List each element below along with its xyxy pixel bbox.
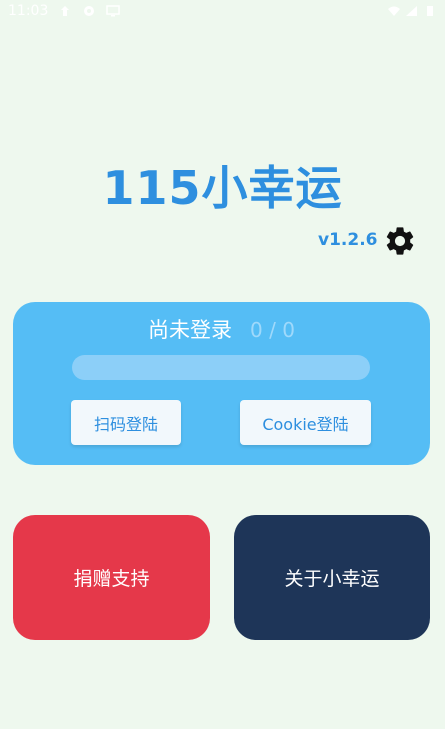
version-label: v1.2.6: [318, 230, 378, 250]
status-bar: 11:03: [0, 0, 445, 22]
login-status-row: 尚未登录 0 / 0: [13, 314, 430, 344]
signal-icon: [406, 6, 417, 16]
login-count-text: 0 / 0: [250, 318, 295, 342]
wifi-icon: [388, 6, 400, 16]
scan-login-button[interactable]: 扫码登陆: [71, 400, 181, 445]
screen-icon: [106, 5, 121, 17]
login-status-text: 尚未登录: [148, 318, 233, 342]
gear-icon[interactable]: [383, 224, 417, 258]
login-card: 尚未登录 0 / 0 扫码登陆 Cookie登陆: [13, 302, 430, 465]
status-time: 11:03: [8, 3, 49, 19]
status-right: [387, 5, 437, 17]
about-button[interactable]: 关于小幸运: [234, 515, 430, 640]
status-left: 11:03: [8, 3, 121, 19]
battery-icon: [427, 6, 433, 16]
notification-icon: [61, 6, 70, 16]
cookie-login-button[interactable]: Cookie登陆: [240, 400, 371, 445]
login-progress-bar: [72, 355, 370, 380]
app-title: 115小幸运: [102, 161, 343, 215]
settings-icon: [84, 6, 95, 16]
donate-button[interactable]: 捐赠支持: [13, 515, 210, 640]
